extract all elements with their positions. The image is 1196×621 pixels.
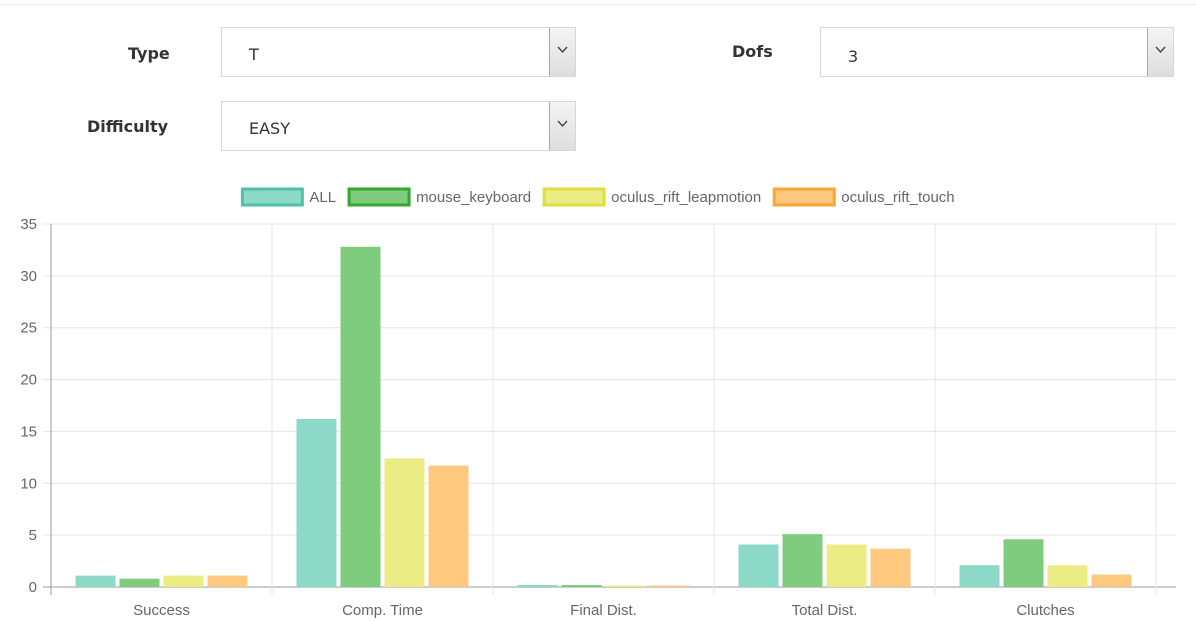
bar-ALL [296,418,337,587]
y-tick-label: 10 [20,475,37,492]
legend-swatch-oculus_rift_touch [772,187,836,207]
legend-swatch-mouse_keyboard [347,187,411,207]
bar-mouse_keyboard [1003,539,1044,587]
bar-oculus_rift_leapmotion [384,458,425,587]
bar-oculus_rift_leapmotion [826,544,867,587]
x-tick-label: Final Dist. [570,602,637,619]
dofs-label: Dofs [732,42,773,61]
chevron-down-icon[interactable] [549,102,575,150]
x-tick-label: Clutches [1016,602,1074,619]
bar-oculus_rift_touch [428,465,469,587]
legend-label: oculus_rift_leapmotion [611,189,761,206]
chevron-down-icon[interactable] [549,28,575,76]
type-select[interactable]: T [221,27,576,77]
bar-oculus_rift_touch [649,585,690,587]
bar-oculus_rift_touch [1091,574,1132,587]
bar-oculus_rift_leapmotion [163,575,204,587]
legend-swatch-ALL [240,187,304,207]
legend-label: mouse_keyboard [416,189,531,206]
bar-mouse_keyboard [782,534,823,587]
dofs-select-value: 3 [848,47,859,66]
difficulty-label: Difficulty [87,117,169,136]
y-tick-label: 20 [20,372,37,389]
bar-ALL [738,544,779,587]
bar-chart: 0 5 10 15 20 25 30 35 Success Comp. Time Final Dis… [20,187,1176,619]
bar-mouse_keyboard [561,584,602,587]
legend-label: oculus_rift_touch [841,189,954,206]
x-tick-label: Total Dist. [792,602,858,619]
difficulty-select[interactable]: EASY [221,101,576,151]
legend-swatch-oculus_rift_leapmotion [542,187,606,207]
y-tick-label: 0 [29,579,37,596]
top-divider [0,4,1196,5]
bar-ALL [75,575,116,587]
difficulty-select-value: EASY [249,119,290,138]
bar-oculus_rift_leapmotion [605,585,646,587]
bar-ALL [517,584,558,587]
type-select-value: T [249,45,259,64]
x-tick-label: Success [133,602,190,619]
chevron-down-icon[interactable] [1147,28,1173,76]
bar-oculus_rift_touch [870,548,911,587]
y-tick-label: 30 [20,268,37,285]
y-tick-label: 35 [20,216,37,233]
bar-oculus_rift_touch [207,575,248,587]
bar-mouse_keyboard [119,578,160,587]
bar-mouse_keyboard [340,246,381,587]
legend-label: ALL [309,189,336,206]
y-tick-label: 5 [29,527,37,544]
y-tick-label: 25 [20,320,37,337]
dofs-select[interactable]: 3 [820,27,1174,77]
y-tick-label: 15 [20,423,37,440]
bar-ALL [959,565,1000,587]
type-label: Type [128,44,170,63]
bar-oculus_rift_leapmotion [1047,565,1088,587]
x-tick-label: Comp. Time [342,602,423,619]
